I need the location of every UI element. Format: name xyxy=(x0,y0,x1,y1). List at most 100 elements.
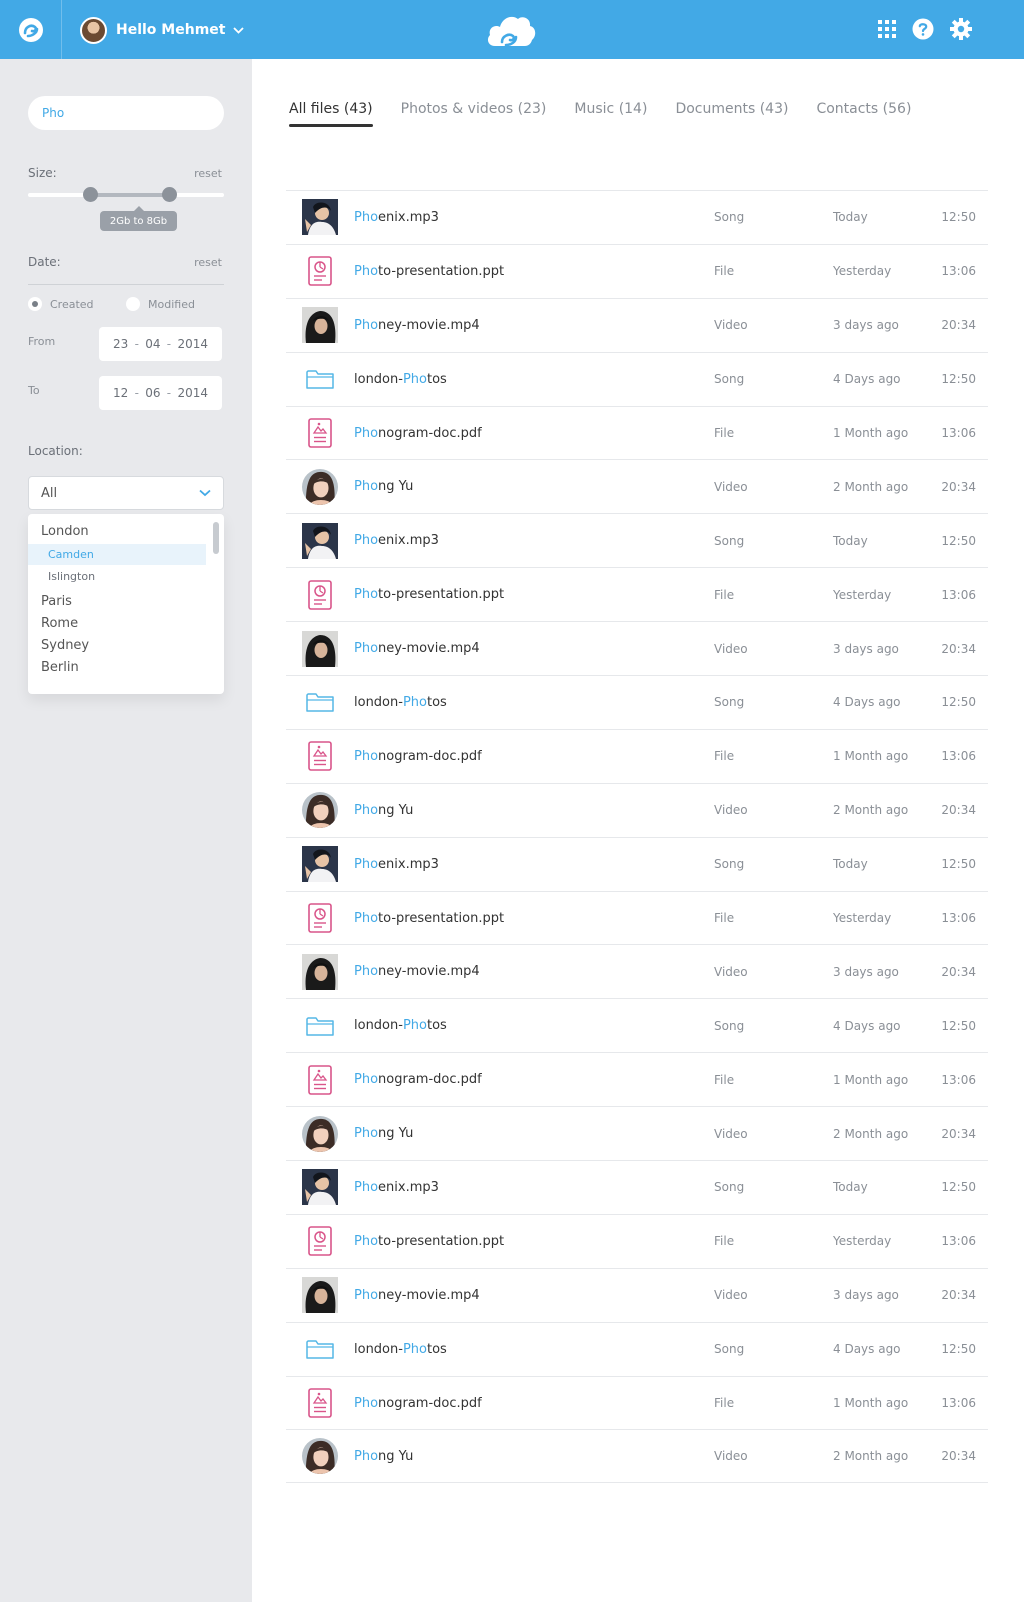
settings-gear-icon[interactable] xyxy=(950,18,972,40)
location-option-sydney[interactable]: Sydney xyxy=(28,636,206,656)
file-row[interactable]: Phoenix.mp3 Song Today 12:50 xyxy=(286,513,988,567)
file-time: 13:06 xyxy=(941,426,976,440)
location-select[interactable]: All xyxy=(28,476,224,510)
file-row[interactable]: london-Photos Song 4 Days ago 12:50 xyxy=(286,998,988,1052)
tab-documents[interactable]: Documents (43) xyxy=(675,101,788,127)
file-row[interactable]: Photo-presentation.ppt File Yesterday 13:06 xyxy=(286,243,988,298)
tab-photos[interactable]: Photos & videos (23) xyxy=(401,101,547,127)
location-option-london[interactable]: London xyxy=(28,522,206,542)
file-row[interactable]: Phonogram-doc.pdf File 1 Month ago 13:06 xyxy=(286,728,988,783)
tab-music[interactable]: Music (14) xyxy=(574,101,647,127)
size-reset-link[interactable]: reset xyxy=(194,167,222,180)
file-name[interactable]: london-Photos xyxy=(354,1018,447,1033)
apps-grid-icon[interactable] xyxy=(876,18,898,40)
tab-all[interactable]: All files (43) xyxy=(289,101,373,127)
file-name-rest: ney-movie.mp4 xyxy=(378,317,480,333)
file-name[interactable]: Phong Yu xyxy=(354,1126,413,1141)
file-row[interactable]: Phoenix.mp3 Song Today 12:50 xyxy=(286,1160,988,1214)
radio-modified-label: Modified xyxy=(148,297,195,311)
file-name[interactable]: Phoenix.mp3 xyxy=(354,533,439,548)
portrait-photo-thumbnail xyxy=(302,1169,338,1206)
file-name[interactable]: Photo-presentation.ppt xyxy=(354,911,504,926)
file-row[interactable]: Phong Yu Video 2 Month ago 20:34 xyxy=(286,1106,988,1160)
folder-icon xyxy=(302,1008,338,1044)
file-type: File xyxy=(714,1072,735,1087)
file-row[interactable]: london-Photos Song 4 Days ago 12:50 xyxy=(286,675,988,729)
file-name[interactable]: Phonogram-doc.pdf xyxy=(354,1396,482,1411)
file-row[interactable]: Phoenix.mp3 Song Today 12:50 xyxy=(286,190,988,244)
file-name[interactable]: Photo-presentation.ppt xyxy=(354,264,504,279)
file-row[interactable]: Phoney-movie.mp4 Video 3 days ago 20:34 xyxy=(286,297,988,352)
file-name[interactable]: Phoenix.mp3 xyxy=(354,857,439,872)
from-date-field[interactable]: 23 - 04 - 2014 xyxy=(99,327,222,361)
file-name[interactable]: Phoney-movie.mp4 xyxy=(354,964,480,979)
file-name[interactable]: Phong Yu xyxy=(354,803,413,818)
file-date: Today xyxy=(833,533,868,548)
search-match-highlight: Pho xyxy=(354,748,379,764)
presentation-file-icon xyxy=(302,1223,338,1259)
to-date-field[interactable]: 12 - 06 - 2014 xyxy=(99,376,222,410)
file-name[interactable]: Phoenix.mp3 xyxy=(354,210,439,225)
file-row[interactable]: Phoney-movie.mp4 Video 3 days ago 20:34 xyxy=(286,1267,988,1322)
file-name[interactable]: Phonogram-doc.pdf xyxy=(354,426,482,441)
file-name[interactable]: Phong Yu xyxy=(354,1449,413,1464)
search-match-highlight: Pho xyxy=(354,263,379,279)
help-icon[interactable] xyxy=(912,18,934,40)
presentation-file-icon xyxy=(302,577,338,613)
file-row[interactable]: Phoney-movie.mp4 Video 3 days ago 20:34 xyxy=(286,944,988,998)
brand-logo-button[interactable] xyxy=(0,0,62,59)
location-option-berlin[interactable]: Berlin xyxy=(28,658,206,678)
user-menu[interactable]: Hello Mehmet xyxy=(80,15,245,45)
search-match-highlight: Pho xyxy=(354,964,379,980)
file-row[interactable]: Photo-presentation.ppt File Yesterday 13:06 xyxy=(286,890,988,945)
file-name[interactable]: Phonogram-doc.pdf xyxy=(354,749,482,764)
file-name-rest: to-presentation.ppt xyxy=(378,910,505,926)
radio-created[interactable]: Created xyxy=(28,297,94,311)
size-range-max-handle[interactable] xyxy=(161,187,177,202)
file-row[interactable]: Phoney-movie.mp4 Video 3 days ago 20:34 xyxy=(286,621,988,675)
date-reset-link[interactable]: reset xyxy=(194,256,222,269)
file-name[interactable]: Photo-presentation.ppt xyxy=(354,587,504,602)
search-match-highlight: Pho xyxy=(354,1233,379,1249)
file-name-rest: nogram-doc.pdf xyxy=(378,1395,482,1411)
file-tabs: All files (43) Photos & videos (23) Music … xyxy=(289,101,939,127)
dropdown-scrollbar[interactable] xyxy=(213,522,219,554)
file-row[interactable]: london-Photos Song 4 Days ago 12:50 xyxy=(286,1321,988,1376)
file-row[interactable]: Phong Yu Video 2 Month ago 20:34 xyxy=(286,1429,988,1484)
radio-modified[interactable]: Modified xyxy=(126,297,195,311)
file-name[interactable]: Photo-presentation.ppt xyxy=(354,1234,504,1249)
file-name[interactable]: Phoenix.mp3 xyxy=(354,1180,439,1195)
file-row[interactable]: Photo-presentation.ppt File Yesterday 13:06 xyxy=(286,1213,988,1268)
date-divider xyxy=(28,284,224,285)
cloud-logo-icon xyxy=(485,10,537,50)
file-row[interactable]: Phonogram-doc.pdf File 1 Month ago 13:06 xyxy=(286,1375,988,1430)
file-name[interactable]: london-Photos xyxy=(354,1342,447,1357)
location-option-rome[interactable]: Rome xyxy=(28,614,206,634)
location-option-camden[interactable]: Camden xyxy=(28,544,206,565)
file-name[interactable]: Phoney-movie.mp4 xyxy=(354,1288,480,1303)
file-name[interactable]: Phonogram-doc.pdf xyxy=(354,1072,482,1087)
file-row[interactable]: Phoenix.mp3 Song Today 12:50 xyxy=(286,836,988,891)
file-name[interactable]: Phong Yu xyxy=(354,479,413,494)
file-type: File xyxy=(714,1234,735,1249)
file-row[interactable]: Phong Yu Video 2 Month ago 20:34 xyxy=(286,459,988,513)
file-name[interactable]: london-Photos xyxy=(354,695,447,710)
file-name[interactable]: london-Photos xyxy=(354,372,447,387)
file-time: 12:50 xyxy=(941,533,976,548)
search-input[interactable] xyxy=(28,96,224,130)
file-date: 2 Month ago xyxy=(833,1449,909,1464)
file-name[interactable]: Phoney-movie.mp4 xyxy=(354,641,480,656)
tab-contacts[interactable]: Contacts (56) xyxy=(816,101,911,127)
file-time: 20:34 xyxy=(941,1288,976,1303)
size-range-min-handle[interactable] xyxy=(83,187,99,202)
location-option-paris[interactable]: Paris xyxy=(28,592,206,612)
file-row[interactable]: Phonogram-doc.pdf File 1 Month ago 13:06 xyxy=(286,1052,988,1106)
file-row[interactable]: Phong Yu Video 2 Month ago 20:34 xyxy=(286,782,988,837)
file-name[interactable]: Phoney-movie.mp4 xyxy=(354,318,480,333)
location-option-islington[interactable]: Islington xyxy=(28,567,206,587)
file-row[interactable]: Photo-presentation.ppt File Yesterday 13:06 xyxy=(286,567,988,621)
document-file-icon xyxy=(302,1385,338,1421)
file-name-rest: to-presentation.ppt xyxy=(378,263,505,279)
file-row[interactable]: Phonogram-doc.pdf File 1 Month ago 13:06 xyxy=(286,405,988,460)
file-row[interactable]: london-Photos Song 4 Days ago 12:50 xyxy=(286,351,988,406)
